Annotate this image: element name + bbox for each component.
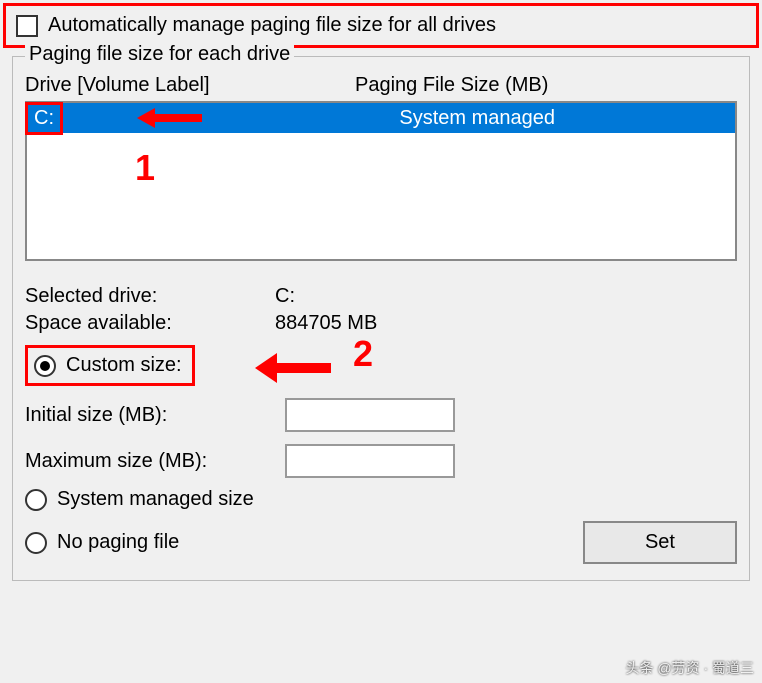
annotation-number-1: 1	[135, 147, 155, 189]
radio-custom-label: Custom size:	[66, 354, 182, 377]
header-size: Paging File Size (MB)	[355, 74, 548, 97]
annotation-number-2: 2	[353, 333, 373, 375]
size-cell: System managed	[399, 107, 735, 130]
selected-drive-label: Selected drive:	[25, 285, 275, 308]
radio-system-managed[interactable]	[25, 489, 47, 511]
radio-custom-size-row[interactable]: Custom size: 2	[25, 345, 737, 386]
radio-no-paging-label: No paging file	[57, 531, 179, 554]
space-available-label: Space available:	[25, 312, 275, 335]
annotation-arrow-2-icon	[255, 353, 335, 383]
drive-listbox[interactable]: C: System managed 1	[25, 101, 737, 261]
annotation-2-wrap: 2	[255, 347, 373, 389]
drive-cell: C:	[25, 102, 63, 135]
initial-size-label: Initial size (MB):	[25, 404, 285, 427]
paging-file-group: Paging file size for each drive Drive [V…	[12, 56, 750, 581]
radio-no-paging[interactable]	[25, 532, 47, 554]
radio-no-paging-row[interactable]: No paging file	[25, 531, 179, 554]
header-drive: Drive [Volume Label]	[25, 74, 355, 97]
radio-custom-size[interactable]	[34, 355, 56, 377]
maximum-size-input[interactable]	[285, 444, 455, 478]
space-available-value: 884705 MB	[275, 312, 377, 335]
auto-manage-checkbox[interactable]	[16, 15, 38, 37]
maximum-size-label: Maximum size (MB):	[25, 450, 285, 473]
group-title: Paging file size for each drive	[25, 43, 294, 66]
list-headers: Drive [Volume Label] Paging File Size (M…	[25, 74, 737, 97]
initial-size-input[interactable]	[285, 398, 455, 432]
info-block: Selected drive: C: Space available: 8847…	[25, 285, 737, 335]
initial-size-row: Initial size (MB):	[25, 398, 737, 432]
selected-drive-value: C:	[275, 285, 295, 308]
auto-manage-row[interactable]: Automatically manage paging file size fo…	[3, 3, 759, 48]
table-row[interactable]: C: System managed	[27, 103, 735, 133]
maximum-size-row: Maximum size (MB):	[25, 444, 737, 478]
annotation-box-2: Custom size:	[25, 345, 195, 386]
radio-system-label: System managed size	[57, 488, 254, 511]
radio-system-managed-row[interactable]: System managed size	[25, 488, 737, 511]
radio-dot-icon	[40, 361, 50, 371]
auto-manage-label: Automatically manage paging file size fo…	[48, 14, 496, 37]
set-button[interactable]: Set	[583, 521, 737, 564]
watermark-text: 头条 @劳资 · 蜀道三	[625, 658, 754, 678]
